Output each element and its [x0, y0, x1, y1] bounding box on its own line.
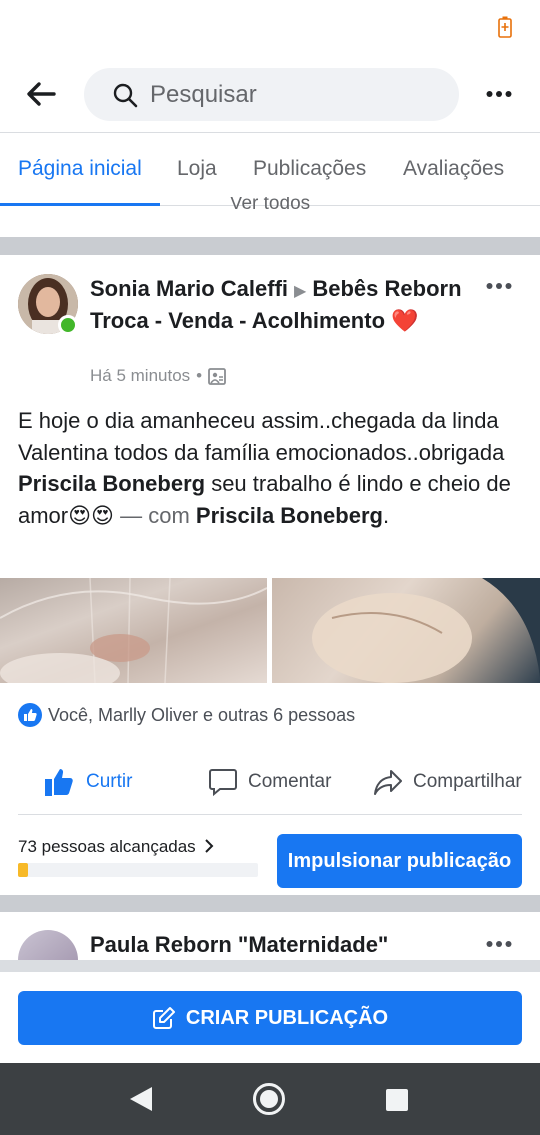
search-icon — [113, 83, 138, 108]
like-reaction-icon — [18, 703, 42, 727]
comment-icon — [209, 769, 237, 797]
divider — [0, 960, 540, 972]
emoji: 😍😍 — [68, 502, 114, 528]
status-bar — [0, 0, 540, 56]
tab-shop[interactable]: Loja — [177, 157, 217, 181]
system-nav-bar — [0, 1063, 540, 1135]
reactions-text: Você, Marlly Oliver e outras 6 pessoas — [48, 704, 356, 725]
post-card: Paula Reborn "Maternidade" — [0, 912, 540, 960]
post-time[interactable]: Há 5 minutos — [90, 366, 190, 386]
photo-baby-blanket — [312, 578, 540, 683]
post-photo[interactable] — [272, 578, 540, 683]
meta-dot: • — [196, 366, 203, 385]
like-label: Curtir — [86, 771, 133, 792]
post-text-part: E hoje o dia amanheceu assim..chegada da… — [18, 408, 505, 465]
arrow-right-icon: ▶ — [294, 283, 307, 300]
post-text: E hoje o dia amanheceu assim..chegada da… — [18, 405, 523, 531]
with-label: — com — [114, 502, 196, 528]
top-bar: Pesquisar — [0, 56, 540, 132]
nav-home-icon[interactable] — [252, 1082, 286, 1116]
edit-icon — [152, 1007, 175, 1029]
audience-group-icon — [208, 367, 227, 385]
reach-text: 73 pessoas alcançadas — [18, 837, 196, 856]
reactions-summary[interactable]: Você, Marlly Oliver e outras 6 pessoas — [18, 703, 355, 727]
see-all-label: Ver todos — [229, 197, 311, 214]
photo-baby-crib — [0, 578, 267, 683]
mention-link[interactable]: Priscila Boneberg — [18, 471, 205, 496]
mention-link[interactable]: Priscila Boneberg — [196, 503, 383, 528]
nav-back-icon[interactable] — [128, 1085, 154, 1113]
post-photo[interactable] — [0, 578, 267, 683]
tab-reviews[interactable]: Avaliações — [403, 157, 504, 181]
avatar[interactable] — [18, 930, 78, 960]
create-post-bar: CRIAR PUBLICAÇÃO — [0, 972, 540, 1062]
reach-link[interactable]: 73 pessoas alcançadas — [18, 837, 214, 857]
post-card: Sonia Mario Caleffi ▶ Bebês Reborn Troca -… — [0, 255, 540, 895]
back-arrow-icon[interactable] — [24, 78, 58, 110]
reach-progress-fill — [18, 863, 28, 877]
heart-emoji: ❤️ — [391, 308, 419, 333]
post-meta: Há 5 minutos • — [90, 366, 227, 386]
share-icon — [374, 770, 402, 795]
share-button[interactable]: Compartilhar — [373, 767, 522, 797]
chevron-right-icon — [205, 839, 214, 853]
post-options-icon[interactable] — [486, 939, 512, 949]
post-options-icon[interactable] — [486, 281, 512, 291]
post-text-end: . — [382, 502, 390, 528]
comment-label: Comentar — [248, 771, 332, 792]
page-tabs: Página inicial Loja Publicações Avaliaçõ… — [0, 132, 540, 206]
author-name[interactable]: Paula Reborn "Maternidade" — [90, 932, 388, 958]
share-label: Compartilhar — [413, 771, 522, 792]
search-placeholder: Pesquisar — [150, 81, 257, 108]
search-input[interactable]: Pesquisar — [84, 68, 459, 121]
create-post-label: CRIAR PUBLICAÇÃO — [185, 1006, 389, 1029]
thumbs-up-icon — [45, 769, 73, 796]
post-header: Sonia Mario Caleffi ▶ Bebês Reborn Troca -… — [90, 274, 480, 335]
tab-posts[interactable]: Publicações — [253, 157, 366, 181]
comment-button[interactable]: Comentar — [208, 767, 331, 797]
create-post-button[interactable]: CRIAR PUBLICAÇÃO — [18, 991, 522, 1045]
more-options-icon[interactable] — [486, 86, 512, 102]
tab-home[interactable]: Página inicial — [18, 157, 142, 181]
divider — [0, 895, 540, 912]
battery-charging-icon — [498, 16, 512, 38]
see-all-link[interactable]: Ver todos — [0, 197, 540, 219]
nav-recents-icon[interactable] — [385, 1088, 409, 1112]
divider — [0, 237, 540, 255]
post-actions: Curtir Comentar Compartilhar — [18, 745, 522, 815]
reach-progress-bar — [18, 863, 258, 877]
boost-post-button[interactable]: Impulsionar publicação — [277, 834, 522, 888]
author-name[interactable]: Sonia Mario Caleffi — [90, 276, 288, 301]
like-button[interactable]: Curtir — [44, 767, 132, 797]
online-status-dot — [58, 315, 78, 335]
